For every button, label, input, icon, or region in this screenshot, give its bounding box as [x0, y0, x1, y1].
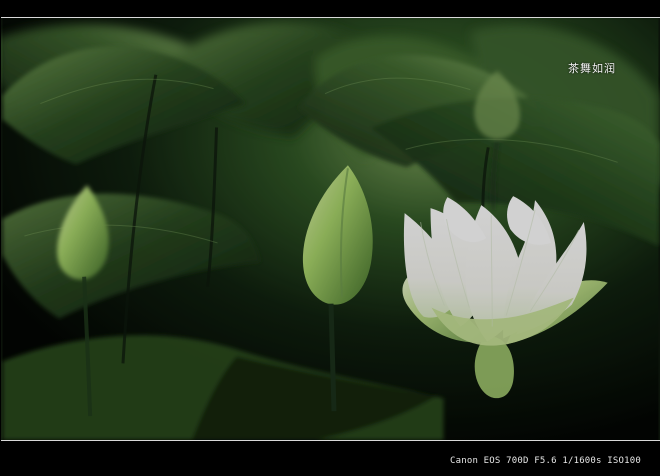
photo-frame: 茶舞如润 Canon EOS 700D F5.6 1/1600s ISO100: [0, 0, 660, 476]
photo-watermark: 茶舞如润: [568, 62, 616, 75]
lotus-scene-svg: [1, 18, 659, 440]
camera-exif-caption: Canon EOS 700D F5.6 1/1600s ISO100: [449, 456, 641, 466]
lotus-photograph: 茶舞如润: [1, 17, 660, 441]
dark-vignette: [2, 18, 659, 440]
